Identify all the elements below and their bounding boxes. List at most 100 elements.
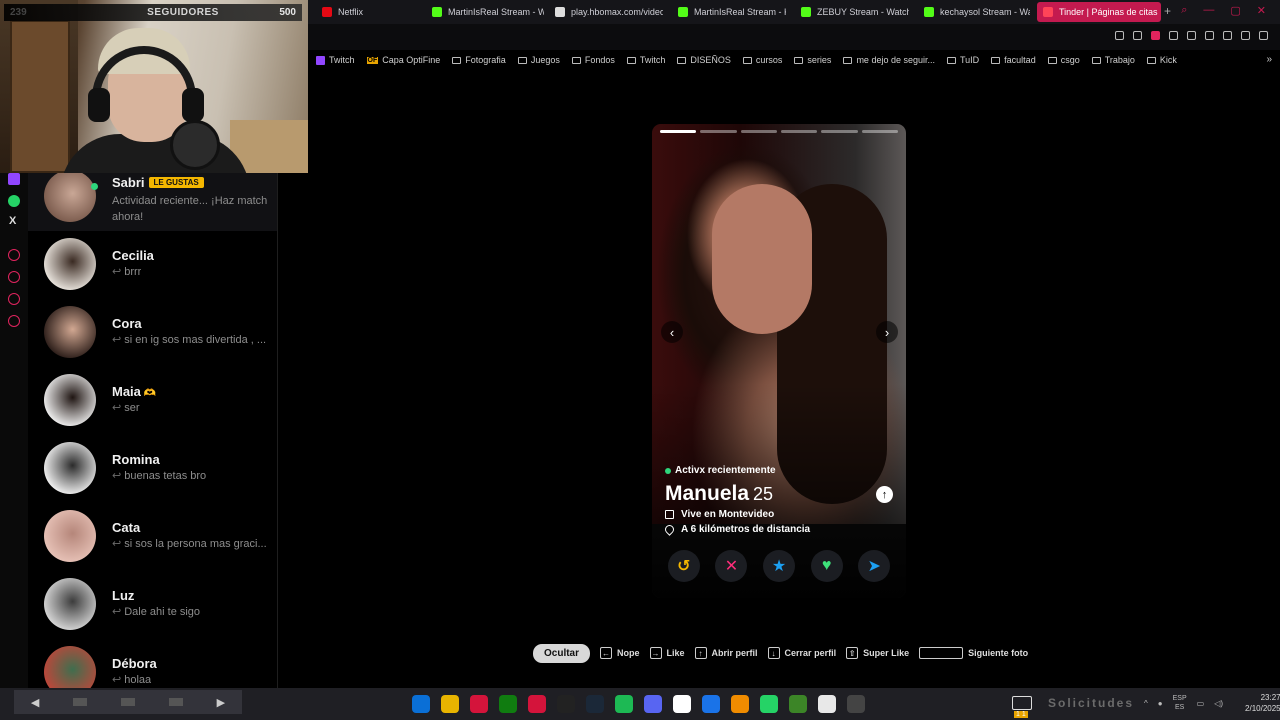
pin-icon[interactable] (1115, 31, 1124, 40)
bookmark-item[interactable]: Kick (1146, 55, 1177, 65)
photo-progress-segment[interactable] (740, 130, 777, 133)
language-indicator[interactable]: ESP ES (1173, 694, 1187, 712)
taskbar-app-icon[interactable] (789, 695, 807, 713)
chat-list-item[interactable]: Sabri LE GUSTAS Actividad reciente... ¡Haz… (28, 173, 277, 231)
open-profile-button[interactable]: ↑ (876, 486, 893, 503)
media-next-icon[interactable]: ▶ (217, 696, 225, 709)
browser-tab[interactable]: Tinder | Páginas de citas (1037, 2, 1161, 22)
chat-list-item[interactable]: Cecilia ↩ brrr (28, 231, 277, 299)
mail-icon[interactable] (1012, 696, 1032, 710)
taskbar-app-icon[interactable] (847, 695, 865, 713)
taskbar-app-icon[interactable] (644, 695, 662, 713)
chat-list-item[interactable]: Cora ↩ si en ig sos mas divertida , ... (28, 299, 277, 367)
extensions-rail-icon[interactable] (8, 293, 20, 305)
bookmark-item[interactable]: Twitch (626, 55, 665, 65)
browser-tab[interactable]: MartinIsReal Stream - W (426, 2, 544, 22)
bookmark-item[interactable]: csgo (1047, 55, 1080, 65)
tray-chevron-icon[interactable]: ^ (1144, 699, 1148, 708)
bookmark-item[interactable]: Twitch (316, 55, 355, 65)
play-icon[interactable] (1169, 31, 1178, 40)
photo-progress-segment[interactable] (821, 130, 858, 133)
next-photo-button[interactable]: › (876, 321, 898, 343)
whatsapp-icon[interactable] (8, 195, 20, 207)
avatar[interactable] (44, 646, 96, 688)
chat-list-item[interactable]: Cata ↩ si sos la persona mas graci... (28, 503, 277, 571)
bookmark-item[interactable]: Juegos (517, 55, 560, 65)
x-twitter-icon[interactable]: X (9, 215, 16, 227)
super-like-button[interactable]: ★ (762, 550, 795, 582)
chat-list-item[interactable]: Romina ↩ buenas tetas bro (28, 435, 277, 503)
previous-photo-button[interactable]: ‹ (661, 321, 683, 343)
search-icon[interactable]: ⌕ (1181, 4, 1187, 17)
chat-list-item[interactable]: Luz ↩ Dale ahi te sigo (28, 571, 277, 639)
screenshot-icon[interactable] (1133, 31, 1142, 40)
boost-button[interactable]: ➤ (858, 550, 891, 582)
chat-list-item[interactable]: Débora ↩ holaa (28, 639, 277, 688)
bookmark-item[interactable]: TuID (947, 55, 979, 65)
avatar[interactable] (44, 510, 96, 562)
profile-photo[interactable] (652, 124, 906, 598)
pocket-icon[interactable] (1151, 31, 1160, 40)
maximize-icon[interactable]: ▢ (1230, 4, 1240, 17)
taskbar-app-icon[interactable] (615, 695, 633, 713)
avatar[interactable] (44, 374, 96, 426)
taskbar-app-icon[interactable] (731, 695, 749, 713)
photo-progress-segment[interactable] (700, 130, 737, 133)
volume-icon[interactable]: ◁) (1214, 699, 1223, 708)
bookmark-item[interactable]: series (794, 55, 831, 65)
hide-hints-button[interactable]: Ocultar (533, 643, 591, 663)
taskbar-app-icon[interactable] (673, 695, 691, 713)
taskbar-app-icon[interactable] (441, 695, 459, 713)
browser-tab[interactable]: ZEBUY Stream - Watch (795, 2, 909, 22)
browser-tab[interactable]: MartinIsReal Stream - K (672, 2, 786, 22)
taskbar-app-icon[interactable] (528, 695, 546, 713)
settings-icon[interactable] (8, 315, 20, 327)
taskbar-app-icon[interactable] (760, 695, 778, 713)
bookmark-item[interactable]: Trabajo (1091, 55, 1135, 65)
minimize-icon[interactable]: — (1203, 4, 1214, 17)
bookmark-item[interactable]: Fondos (571, 55, 615, 65)
nope-button[interactable]: ✕ (715, 550, 748, 582)
taskbar-app-icon[interactable] (557, 695, 575, 713)
avatar[interactable] (44, 306, 96, 358)
bookmark-item[interactable]: Fotografia (452, 55, 506, 65)
media-previous-icon[interactable]: ◀ (31, 696, 39, 709)
like-button[interactable]: ♥ (810, 550, 843, 582)
photo-progress-segment[interactable] (780, 130, 818, 133)
clock-icon[interactable] (8, 271, 20, 283)
rewind-button[interactable]: ↺ (667, 550, 700, 582)
bookmark-item[interactable]: OF Capa OptiFine (366, 55, 440, 65)
photo-progress-segment[interactable] (660, 130, 697, 133)
browser-tab[interactable]: kechaysol Stream - Wat (918, 2, 1030, 22)
avatar[interactable] (44, 238, 96, 290)
taskbar-app-icon[interactable] (412, 695, 430, 713)
heart-icon[interactable] (1187, 31, 1196, 40)
menu-icon[interactable] (1259, 31, 1268, 40)
network-icon[interactable]: ▭ (1197, 699, 1205, 708)
download-icon[interactable] (1241, 31, 1250, 40)
bookmark-item[interactable]: DISEÑOS (677, 55, 731, 65)
taskbar-app-icon[interactable] (818, 695, 836, 713)
new-tab-button[interactable]: + (1164, 4, 1171, 18)
extensions-icon[interactable] (1205, 31, 1214, 40)
taskbar-app-icon[interactable] (499, 695, 517, 713)
bookmark-item[interactable]: me dejo de seguir... (843, 55, 935, 65)
account-icon[interactable] (1223, 31, 1232, 40)
bookmark-item[interactable]: facultad (991, 55, 1036, 65)
taskbar-app-icon[interactable] (470, 695, 488, 713)
browser-tab[interactable]: play.hbomax.com/video (549, 2, 663, 22)
taskbar-app-icon[interactable] (702, 695, 720, 713)
history-icon[interactable] (8, 249, 20, 261)
avatar[interactable] (44, 173, 96, 222)
photo-progress-segment[interactable] (861, 130, 898, 133)
browser-tab[interactable]: Netflix (316, 2, 420, 22)
twitch-icon[interactable] (8, 173, 20, 185)
bookmark-item[interactable]: cursos (742, 55, 782, 65)
taskbar-app-icon[interactable] (586, 695, 604, 713)
close-icon[interactable]: ✕ (1257, 4, 1266, 17)
profile-card[interactable]: ‹ › Activx recientemente Manuela 25 ↑ Viv… (652, 124, 906, 598)
mic-icon[interactable]: ● (1158, 699, 1163, 708)
avatar[interactable] (44, 578, 96, 630)
avatar[interactable] (44, 442, 96, 494)
clock[interactable]: 23:27 2/10/2025 (1245, 692, 1280, 714)
